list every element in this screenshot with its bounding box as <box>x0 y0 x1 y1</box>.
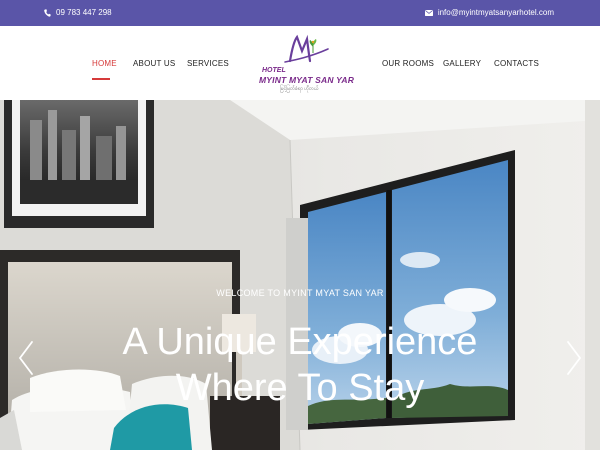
logo-emblem <box>284 34 329 63</box>
chevron-right-icon <box>567 341 582 375</box>
nav-home[interactable]: HOME <box>92 59 117 68</box>
hero-slider: WELCOME TO MYINT MYAT SAN YAR A Unique E… <box>0 100 600 450</box>
nav-gallery[interactable]: GALLERY <box>443 59 481 68</box>
hero-title-line-2: Where To Stay <box>175 367 425 409</box>
logo-name: MYINT MYAT SAN YAR <box>259 75 355 85</box>
slider-prev-button[interactable] <box>16 340 36 376</box>
nav-about-us[interactable]: ABOUT US <box>133 59 175 68</box>
nav-active-underline <box>92 78 110 80</box>
envelope-icon <box>424 9 433 16</box>
slider-next-button[interactable] <box>564 340 584 376</box>
phone-icon <box>44 8 51 17</box>
nav-our-rooms[interactable]: OUR ROOMS <box>382 59 434 68</box>
top-bar: 09 783 447 298 info@myintmyatsanyarhotel… <box>0 0 600 26</box>
hero-title-line-1: A Unique Experience <box>122 321 478 363</box>
phone-number: 09 783 447 298 <box>56 8 112 17</box>
chevron-left-icon <box>18 341 33 375</box>
nav-contacts[interactable]: CONTACTS <box>494 59 539 68</box>
hotel-logo[interactable]: HOTEL MYINT MYAT SAN YAR မြင့်မြတ်စံရာ ဟ… <box>250 31 354 95</box>
email-address: info@myintmyatsanyarhotel.com <box>437 8 554 17</box>
nav-services[interactable]: SERVICES <box>187 59 229 68</box>
email-contact[interactable]: info@myintmyatsanyarhotel.com <box>424 8 554 17</box>
phone-contact[interactable]: 09 783 447 298 <box>44 8 112 17</box>
hero-welcome-text: WELCOME TO MYINT MYAT SAN YAR <box>216 288 384 298</box>
main-header: HOME ABOUT US SERVICES HOTEL MYINT MYAT … <box>0 26 600 100</box>
logo-subtitle: မြင့်မြတ်စံရာ ဟိုတယ် <box>280 86 319 92</box>
logo-word: HOTEL <box>262 67 286 74</box>
hero-title: A Unique Experience Where To Stay <box>0 319 600 411</box>
